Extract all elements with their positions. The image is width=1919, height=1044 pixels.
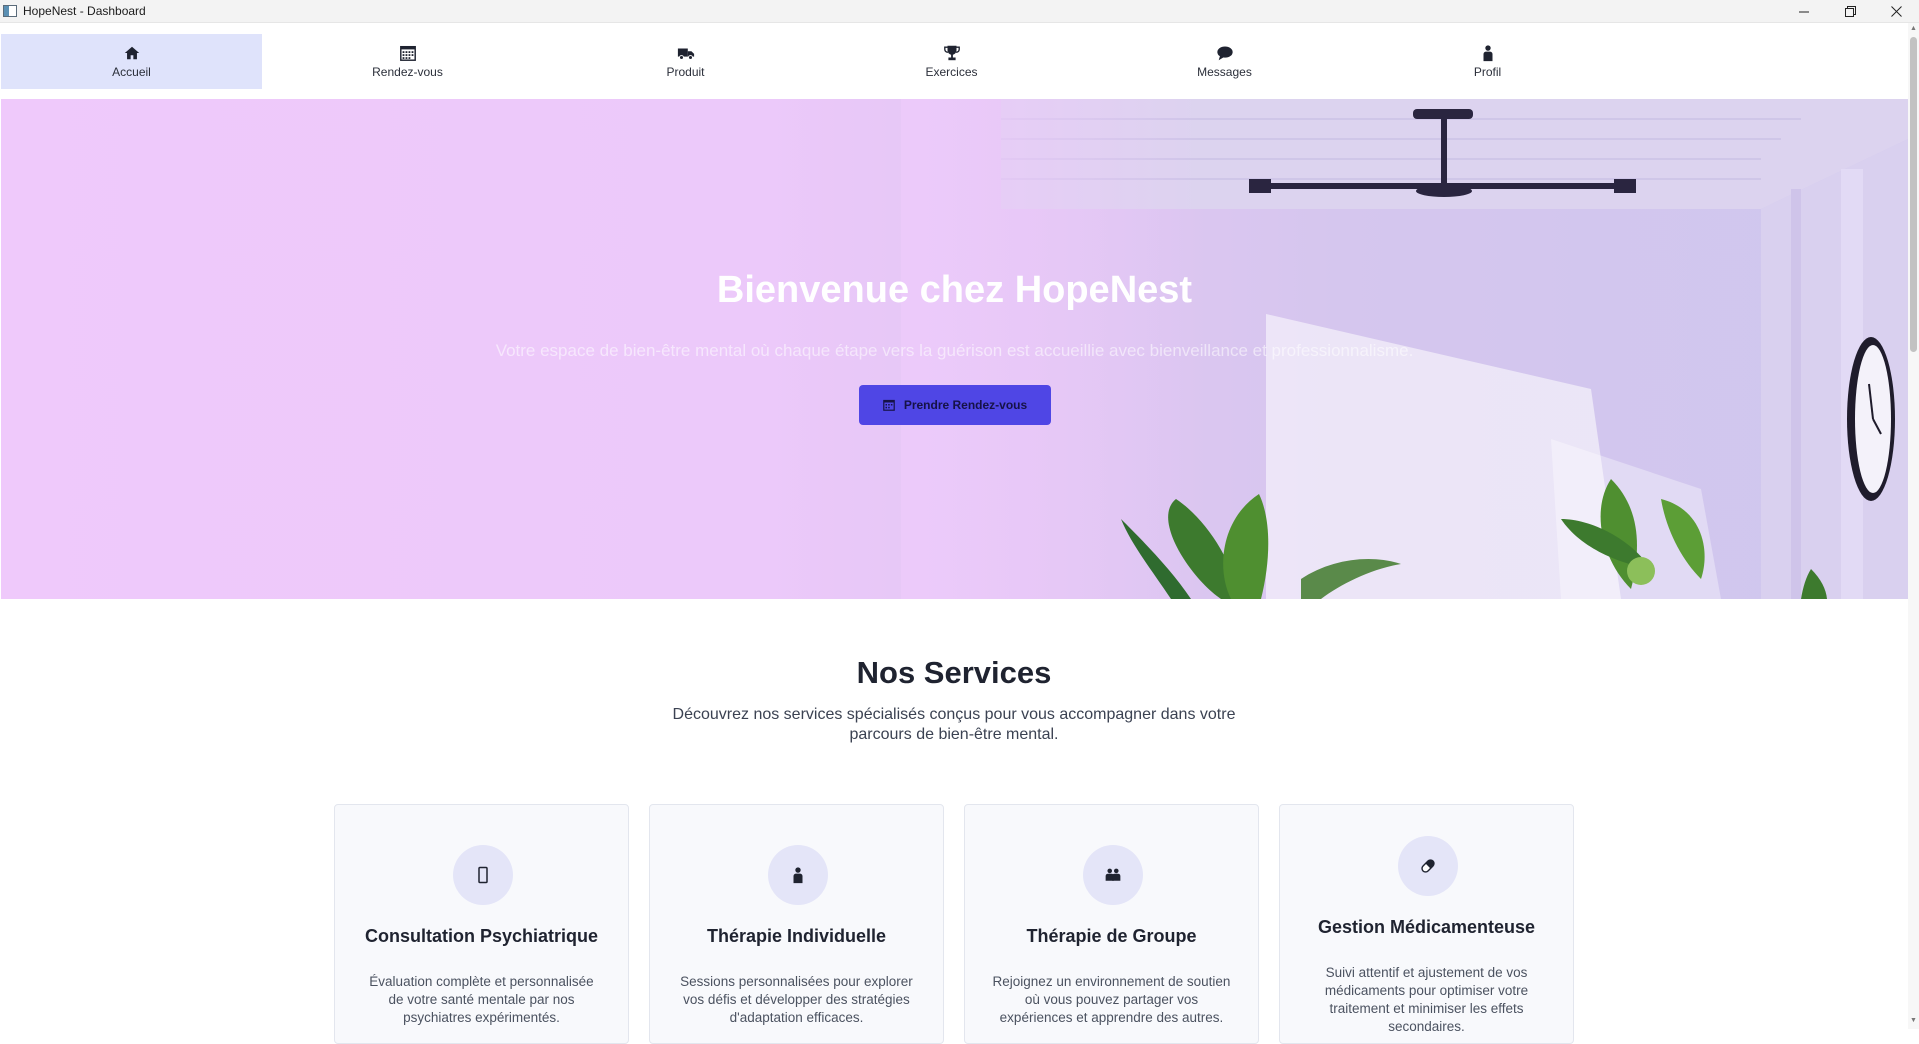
card-icon-circle [1083, 845, 1143, 905]
calendar-icon [883, 399, 895, 411]
nav-item-rendez-vous[interactable]: Rendez-vous [277, 34, 538, 89]
nav-item-profil[interactable]: Profil [1357, 34, 1618, 89]
pill-icon [1421, 859, 1435, 873]
window-titlebar: HopeNest - Dashboard [0, 0, 1919, 23]
trophy-icon [943, 45, 960, 61]
window-title: HopeNest - Dashboard [23, 4, 146, 18]
close-button[interactable] [1873, 0, 1919, 23]
nav-item-label: Exercices [925, 65, 978, 79]
nav-item-label: Accueil [112, 65, 151, 79]
scrollbar-thumb[interactable] [1910, 37, 1917, 352]
nav-item-accueil[interactable]: Accueil [1, 34, 262, 89]
services-title: Nos Services [856, 655, 1052, 690]
nav-item-exercices[interactable]: Exercices [821, 34, 1082, 89]
card-text: Sessions personnalisées pour explorer vo… [680, 974, 913, 1025]
card-text: Rejoignez un environnement de soutien où… [992, 974, 1231, 1025]
user-icon [1483, 45, 1492, 62]
phone-icon [478, 866, 488, 884]
card-text: Évaluation complète et personnalisée de … [369, 974, 594, 1025]
nav-item-label: Produit [666, 65, 705, 79]
chat-icon [1216, 46, 1233, 61]
vertical-scrollbar[interactable]: ▲ ▼ [1908, 23, 1919, 1029]
group-icon [1105, 868, 1121, 881]
scroll-down-icon[interactable]: ▼ [1909, 1017, 1918, 1027]
minimize-icon [1798, 11, 1809, 13]
service-card-individual-therapy[interactable]: Thérapie Individuelle Sessions personnal… [649, 804, 944, 1044]
card-title: Thérapie Individuelle [706, 926, 887, 946]
card-icon-circle [768, 845, 828, 905]
restore-icon [1844, 6, 1856, 17]
service-card-medication[interactable]: Gestion Médicamenteuse Suivi attentif et… [1279, 804, 1574, 1044]
card-title: Thérapie de Groupe [1026, 926, 1197, 946]
service-card-consultation[interactable]: Consultation Psychiatrique Évaluation co… [334, 804, 629, 1044]
nav-item-label: Rendez-vous [372, 65, 443, 79]
close-icon [1890, 6, 1902, 17]
window-controls [1781, 0, 1919, 23]
hero-title: Bienvenue chez HopeNest [716, 269, 1193, 311]
card-icon-circle [453, 845, 513, 905]
main-navigation: Accueil Rendez-vous Produit Exercices Me… [0, 31, 1908, 99]
minimize-button[interactable] [1781, 0, 1827, 23]
hero-subtitle: Votre espace de bien-être mental où chaq… [495, 341, 1414, 360]
card-icon-circle [1398, 836, 1458, 896]
card-text: Suivi attentif et ajustement de vos médi… [1324, 965, 1529, 1034]
home-icon [124, 46, 139, 60]
nav-item-label: Messages [1197, 65, 1252, 79]
card-title: Consultation Psychiatrique [364, 926, 599, 946]
nav-item-messages[interactable]: Messages [1094, 34, 1355, 89]
scroll-up-icon[interactable]: ▲ [1909, 25, 1918, 35]
hero-banner: Bienvenue chez HopeNest Votre espace de … [1, 99, 1908, 599]
card-title: Gestion Médicamenteuse [1317, 917, 1536, 937]
nav-item-produit[interactable]: Produit [555, 34, 816, 89]
app-icon [3, 5, 17, 17]
book-appointment-label: Prendre Rendez-vous [903, 398, 1028, 412]
service-card-group-therapy[interactable]: Thérapie de Groupe Rejoignez un environn… [964, 804, 1259, 1044]
user-icon [793, 867, 803, 884]
services-subtitle: Découvrez nos services spécialisés conçu… [672, 706, 1236, 743]
restore-button[interactable] [1827, 0, 1873, 23]
nav-item-label: Profil [1473, 65, 1502, 79]
truck-icon [677, 48, 694, 60]
book-appointment-button[interactable]: Prendre Rendez-vous [859, 385, 1051, 425]
calendar-icon [399, 45, 416, 61]
